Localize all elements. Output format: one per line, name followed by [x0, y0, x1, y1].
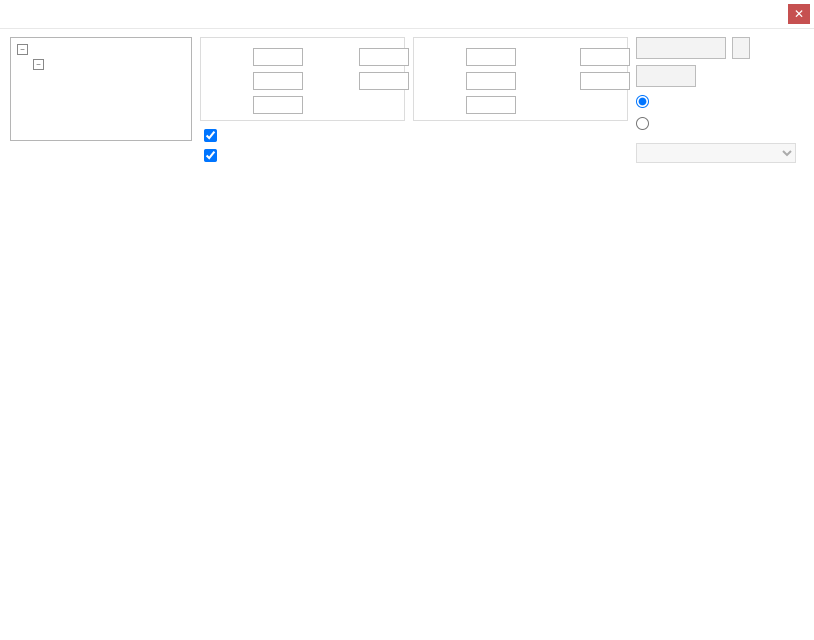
tree-node-root[interactable]: −	[13, 42, 189, 57]
save-button[interactable]	[732, 37, 750, 59]
label-tobr	[209, 96, 245, 114]
input-sred-tpod[interactable]	[466, 72, 516, 90]
label-sred-tnv	[422, 48, 458, 66]
top-row: − −	[10, 37, 804, 163]
radio-sum-row[interactable]	[636, 93, 804, 109]
label-tnv	[209, 48, 245, 66]
collapse-icon[interactable]: −	[33, 59, 44, 70]
label-sred-tobr	[422, 96, 458, 114]
side-controls	[636, 37, 804, 163]
radio-node-row[interactable]	[636, 115, 804, 131]
close-icon[interactable]: ✕	[788, 4, 810, 24]
collapse-icon[interactable]: −	[17, 44, 28, 55]
radio-sum[interactable]	[636, 95, 649, 108]
check-rushdr[interactable]	[204, 149, 217, 162]
label-tso	[315, 48, 351, 66]
tree-node-leaf[interactable]	[13, 117, 189, 132]
tree-node-leaf[interactable]	[13, 87, 189, 102]
groupbox-sred	[413, 37, 628, 121]
input-sred-tgrunt[interactable]	[580, 48, 630, 66]
radio-node[interactable]	[636, 117, 649, 130]
check-rushdr-row[interactable]	[204, 147, 628, 163]
tree-node-boiler[interactable]: −	[13, 57, 189, 72]
input-grafik-tso[interactable]	[359, 48, 409, 66]
input-sred-tobr[interactable]	[466, 96, 516, 114]
label-sred-tpod	[422, 72, 458, 90]
check-coef-row[interactable]	[204, 127, 628, 143]
input-sred-tnv[interactable]	[466, 48, 516, 66]
tree-node-leaf[interactable]	[13, 72, 189, 87]
label-tpod	[209, 72, 245, 90]
calc-button[interactable]	[636, 37, 726, 59]
titlebar: ✕	[0, 0, 814, 29]
groupbox-grafik	[200, 37, 405, 121]
input-grafik-tobr[interactable]	[253, 96, 303, 114]
input-grafik-tvv[interactable]	[359, 72, 409, 90]
tree-node-leaf[interactable]	[13, 102, 189, 117]
input-sred-tpodv[interactable]	[580, 72, 630, 90]
check-coef[interactable]	[204, 129, 217, 142]
label-sred-tpodv	[528, 72, 572, 90]
content-pane: − −	[0, 29, 814, 181]
label-sred-tgrunt	[528, 48, 572, 66]
window: ✕ − −	[0, 0, 814, 181]
report-button[interactable]	[636, 65, 696, 87]
label-tvv	[315, 72, 351, 90]
input-grafik-tnv[interactable]	[253, 48, 303, 66]
owners-select[interactable]	[636, 143, 796, 163]
input-grafik-tpod[interactable]	[253, 72, 303, 90]
tree[interactable]: − −	[10, 37, 192, 141]
